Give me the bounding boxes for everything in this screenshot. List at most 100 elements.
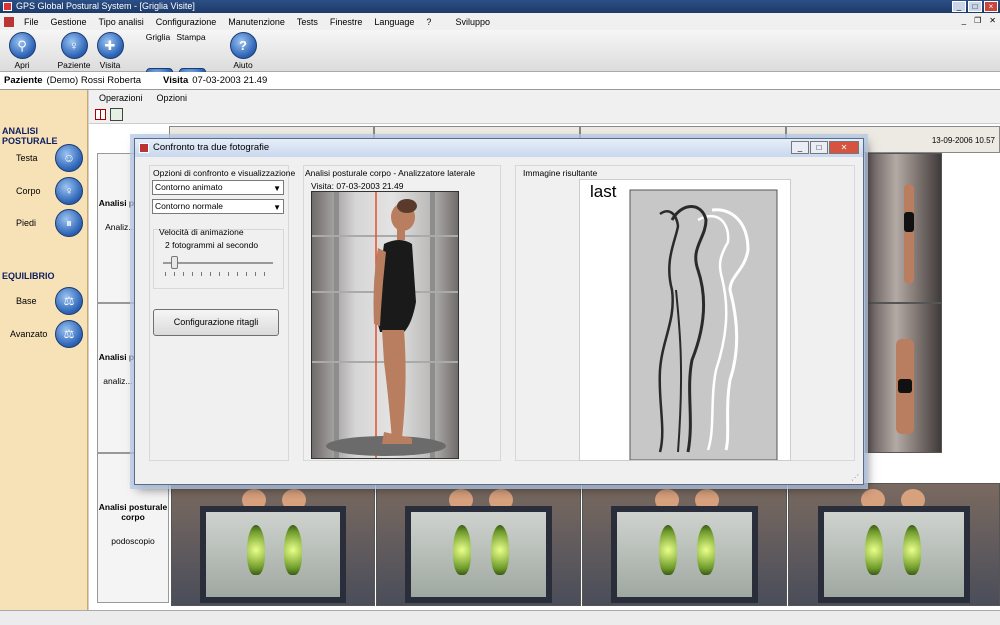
dialog-app-icon (139, 143, 149, 153)
podoscope-frame (405, 505, 552, 603)
posterior-photo-thumbnail[interactable] (865, 303, 942, 453)
sidebar-item-label: Testa (16, 153, 38, 163)
footprint (697, 525, 715, 576)
podoscope-frame (818, 505, 970, 603)
podoscope-image[interactable] (788, 483, 1000, 606)
speed-value: 2 fotogrammi al secondo (165, 240, 259, 250)
contour-mode-select[interactable]: Contorno normale ▼ (152, 199, 284, 214)
lateral-photo[interactable] (311, 191, 459, 459)
podoscope-image[interactable] (171, 483, 375, 606)
sidebar-item-label: Piedi (16, 218, 37, 228)
configurazione-ritagli-button[interactable]: Configurazione ritagli (153, 309, 279, 336)
podoscope-image[interactable] (376, 483, 581, 606)
help-icon: ? (229, 32, 257, 59)
balance-icon: ⚖ (55, 287, 83, 315)
apri-label: Apri (14, 60, 30, 70)
footprint (284, 525, 302, 576)
lateral-photo-thumbnail[interactable] (865, 153, 942, 303)
close-button[interactable]: × (984, 1, 998, 12)
menu-tipo-analisi[interactable]: Tipo analisi (93, 17, 150, 27)
aiuto-button[interactable]: ? Aiuto (223, 32, 263, 70)
window-title: GPS Global Postural System - [Griglia Vi… (16, 1, 195, 11)
menu-opzioni[interactable]: Opzioni (157, 93, 188, 103)
dialog-maximize-button[interactable]: □ (810, 141, 828, 154)
dialog-title: Confronto tra due fotografie (153, 142, 270, 153)
menu-help[interactable]: ? (420, 17, 437, 27)
row-subtitle: podoscopio (111, 536, 155, 546)
neck (397, 228, 405, 240)
menu-finestre[interactable]: Finestre (324, 17, 369, 27)
pole (334, 192, 339, 458)
footprint (659, 525, 677, 576)
result-image[interactable]: last (579, 179, 791, 461)
menu-file[interactable]: File (18, 17, 45, 27)
legs (382, 330, 406, 440)
menu-operazioni[interactable]: Operazioni (99, 93, 143, 103)
visit-date: 07-03-2003 21.49 (192, 75, 268, 86)
footprint (491, 525, 509, 576)
dialog-close-button[interactable]: ✕ (829, 141, 859, 154)
mdi-minimize-button[interactable]: _ (962, 16, 966, 25)
speed-slider-thumb[interactable] (171, 256, 178, 269)
contour-mode-value: Contorno normale (155, 201, 224, 211)
main-toolbar: ⚲ Apri ♀ Paziente ✚ Visita ▦ Griglia ▤ S… (0, 30, 1000, 95)
stampa-button[interactable]: ▤ Stampa (171, 32, 211, 95)
speed-slider-track[interactable] (163, 262, 273, 264)
footprint (865, 525, 883, 576)
apri-button[interactable]: ⚲ Apri (2, 32, 42, 70)
dialog-minimize-button[interactable]: _ (791, 141, 809, 154)
app-icon (3, 2, 12, 11)
lateral-photo-drawing (312, 192, 458, 458)
sidebar-item-label: Corpo (16, 186, 41, 196)
menu-language[interactable]: Language (368, 17, 420, 27)
maximize-button[interactable]: □ (968, 1, 982, 12)
sidebar-section-equilibrio: EQUILIBRIO (2, 271, 55, 281)
footprint (453, 525, 471, 576)
photo-visit-caption: Visita: 07-03-2003 21.49 (311, 181, 404, 191)
patient-name: (Demo) Rossi Roberta (46, 75, 142, 86)
sidebar-item-avanzato[interactable]: Avanzato ⚖ (0, 320, 88, 350)
sidebar-item-corpo[interactable]: Corpo ♀ (0, 177, 88, 207)
status-bar (0, 610, 1000, 625)
options-title: Opzioni di confronto e visualizzazione (153, 168, 296, 178)
sidebar: ANALISI POSTURALE Testa ☺ Corpo ♀ Piedi … (0, 90, 88, 610)
podoscope-frame (200, 505, 346, 603)
document-icon (4, 16, 14, 27)
hair (397, 199, 417, 213)
paziente-button[interactable]: ♀ Paziente (54, 32, 94, 70)
head-icon: ☺ (55, 144, 83, 172)
minimize-button[interactable]: _ (952, 1, 966, 12)
row-title: Analisi posturale corpo (98, 502, 168, 522)
sidebar-item-label: Base (16, 296, 37, 306)
animation-mode-select[interactable]: Contorno animato ▼ (152, 180, 284, 195)
menu-tests[interactable]: Tests (291, 17, 324, 27)
balance-advanced-icon: ⚖ (55, 320, 83, 348)
menu-manutenzione[interactable]: Manutenzione (222, 17, 291, 27)
sidebar-item-base[interactable]: Base ⚖ (0, 287, 88, 317)
sidebar-item-testa[interactable]: Testa ☺ (0, 144, 88, 174)
slider-ticks (165, 272, 273, 276)
menu-configurazione[interactable]: Configurazione (150, 17, 223, 27)
compare-dialog: Confronto tra due fotografie _ □ ✕ Opzio… (134, 138, 864, 485)
patient-label: Paziente (4, 75, 43, 86)
sidebar-item-piedi[interactable]: Piedi ⏸ (0, 209, 88, 239)
podoscope-frame (611, 505, 758, 603)
menu-sviluppo[interactable]: Sviluppo (449, 17, 496, 27)
visita-button[interactable]: ✚ Visita (90, 32, 130, 70)
grid-view-icon[interactable] (95, 109, 106, 120)
podoscope-image[interactable] (582, 483, 787, 606)
menu-gestione[interactable]: Gestione (45, 17, 93, 27)
compare-icon[interactable] (110, 108, 123, 121)
sidebar-section-analisi: ANALISI POSTURALE (2, 126, 58, 146)
resize-grip-icon[interactable]: ⋰ (851, 473, 859, 482)
mdi-close-button[interactable]: ✕ (989, 16, 996, 25)
swimsuit (898, 379, 912, 393)
dialog-titlebar: Confronto tra due fotografie _ □ ✕ (135, 139, 863, 157)
result-pane-title: Immagine risultante (523, 168, 598, 178)
footprint (903, 525, 921, 576)
stampa-label: Stampa (176, 32, 206, 42)
sidebar-item-label: Avanzato (10, 329, 48, 339)
mdi-restore-button[interactable]: ❐ (974, 16, 981, 25)
window-titlebar: GPS Global Postural System - [Griglia Vi… (0, 0, 1000, 13)
child-toolbar (89, 106, 1000, 124)
